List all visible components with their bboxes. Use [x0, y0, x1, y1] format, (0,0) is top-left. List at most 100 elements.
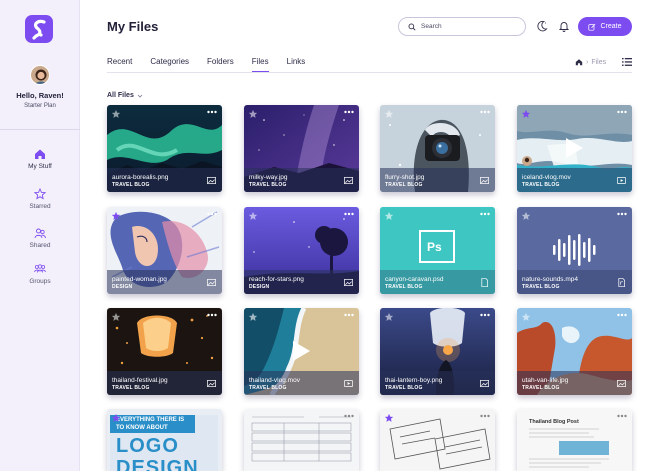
file-card[interactable]: aurora-borealis.png TRAVEL BLOG — [107, 105, 222, 192]
search-input[interactable] — [421, 23, 521, 30]
file-card[interactable]: milky-way.jpg TRAVEL BLOG — [244, 105, 359, 192]
image-file-icon — [344, 278, 353, 287]
more-options-icon[interactable] — [207, 110, 217, 114]
create-button[interactable]: Create — [578, 17, 632, 36]
star-icon[interactable] — [521, 312, 531, 322]
users-icon — [34, 228, 46, 239]
tab-folders[interactable]: Folders — [207, 57, 234, 73]
star-icon[interactable] — [384, 109, 394, 119]
more-options-icon[interactable] — [480, 313, 490, 317]
file-thumbnail — [380, 409, 495, 471]
file-card[interactable]: Thailand Blog Post — [517, 409, 632, 471]
sidebar-item-shared[interactable]: Shared — [0, 227, 80, 249]
breadcrumb-separator: › — [586, 58, 589, 66]
star-icon[interactable] — [111, 413, 121, 423]
more-options-icon[interactable] — [207, 313, 217, 317]
file-tag: TRAVEL BLOG — [522, 385, 560, 391]
file-card[interactable]: reach-for-stars.png DESIGN — [244, 207, 359, 294]
more-options-icon[interactable] — [617, 110, 627, 114]
list-view-icon[interactable] — [622, 57, 632, 67]
file-card[interactable] — [380, 409, 495, 471]
star-icon[interactable] — [521, 211, 531, 221]
more-options-icon[interactable] — [617, 414, 627, 418]
file-card[interactable]: thailand-vlog.mov TRAVEL BLOG — [244, 308, 359, 395]
star-icon[interactable] — [248, 211, 258, 221]
file-card[interactable]: utah-van-life.jpg TRAVEL BLOG — [517, 308, 632, 395]
home-icon[interactable] — [575, 58, 583, 66]
avatar[interactable] — [30, 65, 50, 85]
sidebar-item-starred[interactable]: Starred — [0, 188, 80, 210]
star-icon[interactable] — [521, 109, 531, 119]
file-card[interactable]: nature-sounds.mp4 TRAVEL BLOG — [517, 207, 632, 294]
more-options-icon[interactable] — [480, 110, 490, 114]
file-name: canyon-caravan.psd — [385, 276, 444, 283]
more-options-icon[interactable] — [617, 313, 627, 317]
thumbnail-text: Thailand Blog Post — [529, 419, 579, 425]
dark-mode-icon[interactable] — [536, 20, 548, 32]
tab-recent[interactable]: Recent — [107, 57, 132, 73]
file-tag: TRAVEL BLOG — [112, 385, 150, 391]
bell-icon[interactable] — [558, 20, 570, 32]
sidebar-item-groups[interactable]: Groups — [0, 263, 80, 285]
sidebar-item-label: Groups — [29, 278, 51, 285]
breadcrumb-current: Files — [591, 58, 607, 66]
filter-label: All Files — [107, 92, 134, 99]
file-name: iceland-vlog.mov — [522, 174, 571, 181]
brand-logo-icon[interactable] — [25, 15, 53, 43]
file-tag: TRAVEL BLOG — [522, 284, 560, 290]
file-card[interactable]: thailand-festival.jpg TRAVEL BLOG — [107, 308, 222, 395]
image-file-icon — [480, 379, 489, 388]
edit-icon — [588, 23, 596, 31]
more-options-icon[interactable] — [480, 414, 490, 418]
search-icon — [408, 23, 416, 31]
file-name: flurry-shot.jpg — [385, 174, 425, 181]
star-icon[interactable] — [111, 109, 121, 119]
file-card[interactable]: EVERYTHING THERE IS TO KNOW ABOUT LOGO D… — [107, 409, 222, 471]
star-icon[interactable] — [248, 312, 258, 322]
file-tag: DESIGN — [249, 284, 270, 290]
star-icon[interactable] — [111, 211, 121, 221]
file-tag: TRAVEL BLOG — [385, 385, 423, 391]
image-file-icon — [207, 278, 216, 287]
video-file-icon — [344, 379, 353, 388]
sidebar-item-my-stuff[interactable]: My Stuff — [0, 148, 80, 170]
file-filter-dropdown[interactable]: All Files — [107, 92, 143, 99]
file-card[interactable] — [244, 409, 359, 471]
star-icon[interactable] — [248, 109, 258, 119]
tab-files[interactable]: Files — [251, 57, 269, 73]
star-icon[interactable] — [384, 211, 394, 221]
file-card[interactable]: iceland-vlog.mov TRAVEL BLOG — [517, 105, 632, 192]
star-icon[interactable] — [111, 312, 121, 322]
star-icon[interactable] — [384, 413, 394, 423]
play-icon[interactable] — [564, 137, 584, 159]
tab-categories[interactable]: Categories — [150, 57, 189, 73]
star-icon[interactable] — [384, 312, 394, 322]
file-tag: TRAVEL BLOG — [522, 182, 560, 188]
more-options-icon[interactable] — [480, 212, 490, 216]
image-file-icon — [344, 176, 353, 185]
file-card[interactable]: flurry-shot.jpg TRAVEL BLOG — [380, 105, 495, 192]
thumbnail-text: TO KNOW ABOUT — [116, 425, 168, 431]
more-options-icon[interactable] — [344, 313, 354, 317]
file-name: thailand-festival.jpg — [112, 377, 168, 384]
file-card[interactable]: painted-woman.jpg DESIGN — [107, 207, 222, 294]
file-card[interactable]: Ps canyon-caravan.psd TRAVEL BLOG — [380, 207, 495, 294]
file-tag: TRAVEL BLOG — [112, 182, 150, 188]
file-tag: TRAVEL BLOG — [249, 182, 287, 188]
tab-links[interactable]: Links — [287, 57, 306, 73]
more-options-icon[interactable] — [617, 212, 627, 216]
more-options-icon[interactable] — [344, 110, 354, 114]
search-box[interactable] — [398, 17, 526, 36]
file-name: aurora-borealis.png — [112, 174, 169, 181]
more-options-icon[interactable] — [344, 414, 354, 418]
sidebar-item-label: My Stuff — [28, 163, 52, 170]
file-card[interactable]: thai-lantern-boy.png TRAVEL BLOG — [380, 308, 495, 395]
more-options-icon[interactable] — [207, 212, 217, 216]
image-file-icon — [617, 379, 626, 388]
more-options-icon[interactable] — [344, 212, 354, 216]
thumbnail-text: DESIGN — [116, 457, 199, 471]
file-name: thai-lantern-boy.png — [385, 377, 443, 384]
play-icon[interactable] — [291, 340, 311, 362]
document-file-icon — [481, 278, 489, 287]
star-icon — [34, 188, 46, 200]
